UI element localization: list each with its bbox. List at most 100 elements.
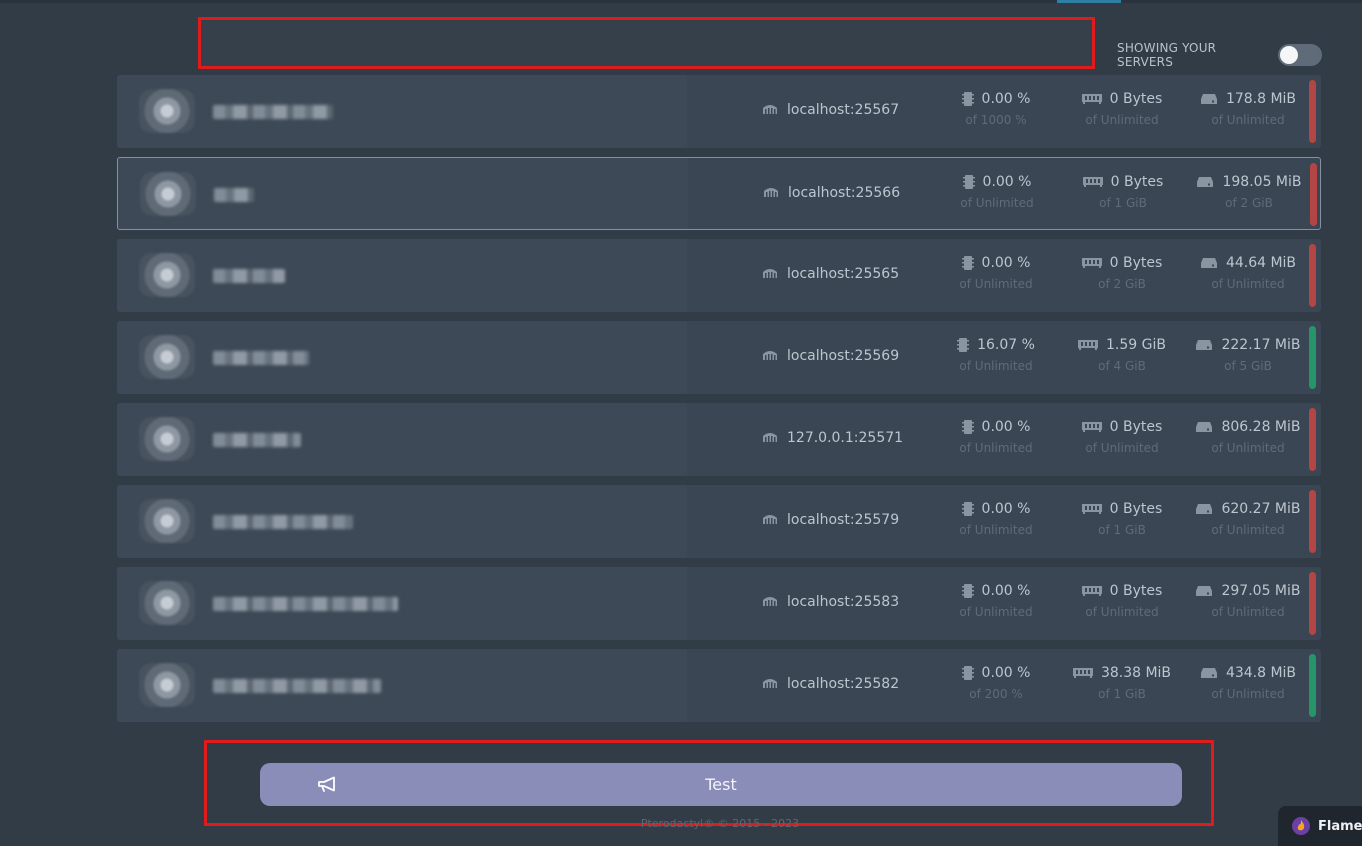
memory-icon [1072, 668, 1093, 678]
network-icon [763, 515, 777, 524]
memory-limit: of 4 GiB [1098, 359, 1146, 373]
cpu-usage: 0.00 % of Unlimited [936, 501, 1056, 537]
memory-value: 0 Bytes [1109, 419, 1163, 435]
server-address: localhost:25569 [787, 348, 900, 364]
footer-copyright: Pterodactyl® © 2015 - 2023 [640, 817, 800, 830]
disk-usage: 198.05 MiB of 2 GiB [1189, 174, 1309, 210]
hard-drive-icon [1196, 422, 1213, 432]
status-indicator [1309, 80, 1316, 143]
memory-limit: of Unlimited [1085, 605, 1159, 619]
disk-usage: 222.17 MiB of 5 GiB [1188, 337, 1308, 373]
disk-limit: of Unlimited [1211, 277, 1285, 291]
row-shade [118, 158, 688, 229]
cpu-limit: of Unlimited [959, 359, 1033, 373]
cpu-limit: of Unlimited [959, 277, 1033, 291]
memory-limit: of 2 GiB [1098, 277, 1146, 291]
hard-drive-icon [1196, 340, 1213, 350]
announcement-text: Test [705, 775, 737, 794]
cpu-usage: 16.07 % of Unlimited [936, 337, 1056, 373]
cpu-limit: of Unlimited [960, 196, 1034, 210]
cpu-value: 0.00 % [981, 583, 1031, 599]
disk-limit: of Unlimited [1211, 441, 1285, 455]
search-area[interactable] [198, 17, 1095, 69]
server-row[interactable]: localhost:25569 16.07 % of Unlimited 1.5… [117, 321, 1321, 394]
disk-usage: 297.05 MiB of Unlimited [1188, 583, 1308, 619]
cpu-icon [961, 92, 974, 106]
server-row[interactable]: localhost:25567 0.00 % of 1000 % 0 Bytes… [117, 75, 1321, 148]
server-avatar [139, 253, 195, 297]
hard-drive-icon [1200, 258, 1217, 268]
cpu-value: 0.00 % [981, 255, 1031, 271]
disk-value: 434.8 MiB [1225, 665, 1297, 681]
cpu-value: 0.00 % [982, 174, 1032, 190]
memory-icon [1081, 258, 1102, 268]
flame-icon [1292, 817, 1310, 835]
server-avatar [139, 663, 195, 707]
cpu-icon [961, 502, 974, 516]
cpu-usage: 0.00 % of Unlimited [937, 174, 1057, 210]
server-name-redacted [213, 679, 381, 693]
memory-usage: 0 Bytes of 1 GiB [1062, 501, 1182, 537]
memory-value: 0 Bytes [1109, 501, 1163, 517]
server-row[interactable]: localhost:25565 0.00 % of Unlimited 0 By… [117, 239, 1321, 312]
disk-value: 297.05 MiB [1221, 583, 1301, 599]
status-indicator [1310, 163, 1317, 226]
status-indicator [1309, 326, 1316, 389]
flame-badge[interactable]: Flame [1278, 806, 1362, 846]
status-indicator [1309, 572, 1316, 635]
status-indicator [1309, 490, 1316, 553]
memory-limit: of 1 GiB [1098, 687, 1146, 701]
disk-limit: of Unlimited [1211, 113, 1285, 127]
cpu-icon [962, 175, 975, 189]
memory-icon [1078, 340, 1099, 350]
server-row[interactable]: localhost:25583 0.00 % of Unlimited 0 By… [117, 567, 1321, 640]
hard-drive-icon [1196, 504, 1213, 514]
disk-limit: of 2 GiB [1225, 196, 1273, 210]
server-row[interactable]: 127.0.0.1:25571 0.00 % of Unlimited 0 By… [117, 403, 1321, 476]
server-address: localhost:25582 [787, 676, 900, 692]
memory-limit: of Unlimited [1085, 441, 1159, 455]
cpu-usage: 0.00 % of 1000 % [936, 91, 1056, 127]
server-row[interactable]: localhost:25566 0.00 % of Unlimited 0 By… [117, 157, 1321, 230]
cpu-usage: 0.00 % of Unlimited [936, 583, 1056, 619]
cpu-value: 0.00 % [981, 419, 1031, 435]
memory-icon [1082, 177, 1103, 187]
server-name-redacted [214, 188, 254, 202]
network-icon [763, 433, 777, 442]
top-nav-active-indicator [1057, 0, 1121, 3]
cpu-usage: 0.00 % of Unlimited [936, 255, 1056, 291]
network-icon [763, 269, 777, 278]
server-avatar [139, 417, 195, 461]
server-avatar [139, 89, 195, 133]
row-shade [117, 321, 687, 394]
row-shade [117, 75, 687, 148]
cpu-limit: of 200 % [969, 687, 1023, 701]
network-icon [763, 679, 777, 688]
disk-limit: of Unlimited [1211, 523, 1285, 537]
status-indicator [1309, 654, 1316, 717]
memory-value: 0 Bytes [1110, 174, 1164, 190]
memory-value: 0 Bytes [1109, 91, 1163, 107]
server-row[interactable]: localhost:25579 0.00 % of Unlimited 0 By… [117, 485, 1321, 558]
disk-usage: 44.64 MiB of Unlimited [1188, 255, 1308, 291]
network-icon [763, 597, 777, 606]
show-servers-toggle[interactable] [1278, 44, 1322, 66]
top-bar [0, 0, 1362, 3]
flame-badge-label: Flame [1318, 818, 1362, 834]
server-row[interactable]: localhost:25582 0.00 % of 200 % 38.38 Mi… [117, 649, 1321, 722]
hard-drive-icon [1197, 177, 1214, 187]
memory-icon [1081, 504, 1102, 514]
disk-value: 620.27 MiB [1221, 501, 1301, 517]
megaphone-icon [318, 776, 335, 792]
status-indicator [1309, 408, 1316, 471]
memory-limit: of 1 GiB [1098, 523, 1146, 537]
cpu-icon [961, 666, 974, 680]
disk-usage: 178.8 MiB of Unlimited [1188, 91, 1308, 127]
announcement-banner[interactable]: Test [260, 763, 1182, 806]
cpu-limit: of Unlimited [959, 605, 1033, 619]
server-avatar [139, 499, 195, 543]
memory-usage: 0 Bytes of Unlimited [1062, 583, 1182, 619]
server-avatar [140, 172, 196, 216]
hard-drive-icon [1196, 586, 1213, 596]
memory-icon [1081, 94, 1102, 104]
